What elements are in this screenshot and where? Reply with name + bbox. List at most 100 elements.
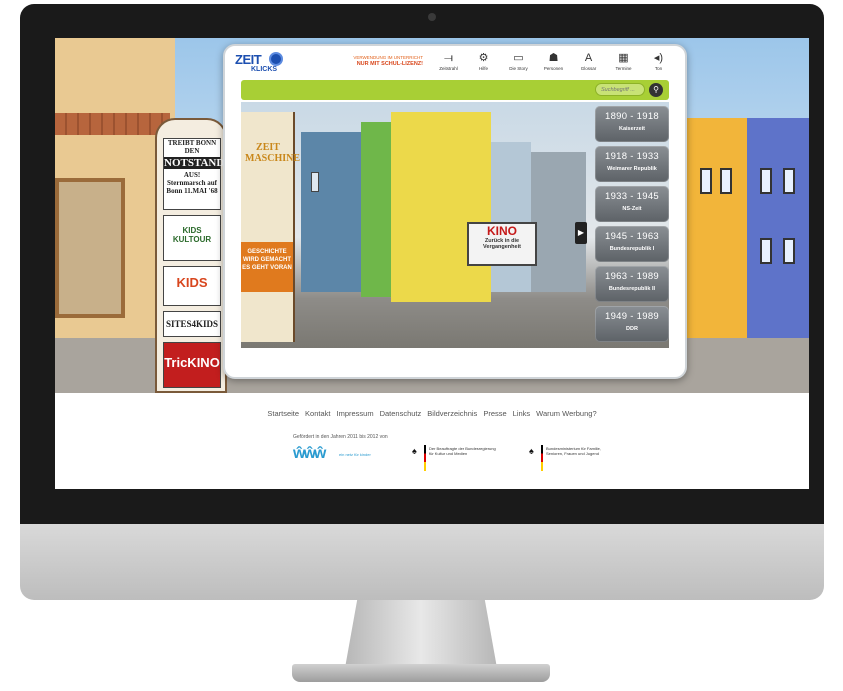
era-name: Weimarer Republik: [607, 166, 657, 172]
search-bar: ⚲: [241, 80, 669, 100]
poster-strip: GESCHICHTE WIRD GEMACHT ES GEHT VORAN: [241, 242, 293, 292]
glossary-icon: A: [584, 52, 593, 64]
eagle-icon: ♠: [529, 446, 534, 456]
story-icon: ▭: [513, 52, 524, 64]
kino-subtitle: Zurück in die Vergangenheit: [483, 238, 521, 250]
logo-word: ZEIT: [235, 52, 262, 67]
tool-zeitstrahl[interactable]: ⟞ Zeitstrahl: [431, 50, 466, 78]
era-bundesrepublik-1[interactable]: 1945 - 1963 Bundesrepublik I: [595, 226, 669, 262]
building: [301, 132, 361, 292]
shop-window: [55, 178, 125, 318]
footer-link-kontakt[interactable]: Kontakt: [305, 409, 330, 418]
footer-link-links[interactable]: Links: [513, 409, 531, 418]
footer-link-warum-werbung[interactable]: Warum Werbung?: [536, 409, 596, 418]
colorful-houses: [685, 118, 809, 338]
www-logo[interactable]: ŵŵŵ ein netz für kinder: [293, 445, 371, 465]
poster-headline: NOTSTAND: [164, 157, 225, 169]
logo-subtitle: KLICKS: [251, 66, 278, 73]
footer-link-startseite[interactable]: Startseite: [267, 409, 299, 418]
era-bundesrepublik-2[interactable]: 1963 - 1989 Bundesrepublik II: [595, 266, 669, 302]
tool-glossar[interactable]: A Glossar: [571, 50, 606, 78]
window: [783, 168, 795, 194]
tool-termine[interactable]: ▦ Termine: [606, 50, 641, 78]
window: [700, 168, 712, 194]
era-weimarer-republik[interactable]: 1918 - 1933 Weimarer Republik: [595, 146, 669, 182]
app-header: ZEIT KLICKS VERWENDUNG IM UNTERRICHT NUR…: [225, 46, 685, 80]
sponsor-text: Bundesministerium für Familie, Senioren,…: [546, 446, 601, 456]
sponsor-bkm[interactable]: ♠ Der Beauftragte der Bundesregierung fü…: [412, 445, 502, 475]
trickino-link[interactable]: TricKINO: [163, 342, 221, 388]
sponsor-bmfsfj[interactable]: ♠ Bundesministerium für Familie, Seniore…: [529, 445, 619, 475]
window: [760, 238, 772, 264]
sites4kids-link[interactable]: SITES4KIDS: [163, 311, 221, 337]
era-ddr[interactable]: 1949 - 1989 DDR: [595, 306, 669, 342]
era-years: 1918 - 1933: [604, 151, 659, 162]
era-ns-zeit[interactable]: 1933 - 1945 NS-Zeit: [595, 186, 669, 222]
era-name: DDR: [626, 326, 638, 332]
tool-label: Hilfe: [478, 66, 488, 71]
tool-story[interactable]: ▭ Die Story: [501, 50, 536, 78]
tool-label: Ton: [654, 66, 663, 71]
help-icon: ⚙: [478, 52, 489, 64]
footer-nav: Startseite Kontakt Impressum Datenschutz…: [55, 409, 809, 418]
search-input[interactable]: [595, 83, 645, 96]
tool-hilfe[interactable]: ⚙ Hilfe: [466, 50, 501, 78]
monitor-mockup: TREIBT BONN DEN NOTSTAND AUS! Sternmarsc…: [0, 0, 843, 691]
era-timeline: ▶ 1890 - 1918 Kaiserzeit 1918 - 1933 Weima…: [575, 106, 669, 346]
era-kaiserzeit[interactable]: 1890 - 1918 Kaiserzeit: [595, 106, 669, 142]
era-name: NS-Zeit: [622, 206, 642, 212]
window: [760, 168, 772, 194]
camera: [428, 13, 436, 21]
scene-image[interactable]: KINO Zurück in die Vergangenheit ZEIT MA…: [241, 102, 669, 348]
building-glass: [491, 142, 531, 292]
monitor-stand: [345, 600, 497, 668]
zeitklicks-logo[interactable]: ZEIT KLICKS: [235, 50, 283, 78]
era-years: 1933 - 1945: [604, 191, 659, 202]
era-name: Bundesrepublik I: [609, 246, 655, 252]
kino-sign: KINO Zurück in die Vergangenheit: [467, 222, 537, 266]
era-years: 1949 - 1989: [604, 311, 659, 322]
footer-link-impressum[interactable]: Impressum: [336, 409, 373, 418]
window: [311, 172, 321, 192]
era-years: 1963 - 1989: [604, 271, 659, 282]
search-icon[interactable]: ⚲: [649, 83, 663, 97]
notstand-poster: TREIBT BONN DEN NOTSTAND AUS! Sternmarsc…: [163, 138, 225, 210]
tool-label: Zeitstrahl: [439, 66, 458, 71]
tool-ton[interactable]: ◂) Ton: [641, 50, 676, 78]
poster-text: TREIBT BONN DEN: [167, 139, 217, 155]
www-mark: ŵŵŵ: [293, 445, 326, 462]
license-notice: VERWENDUNG IM UNTERRICHT NUR MIT SCHUL-L…: [343, 55, 423, 67]
building-yellow: [391, 112, 491, 302]
era-name: Kaiserzeit: [619, 126, 645, 132]
window: [720, 168, 732, 194]
era-years: 1890 - 1918: [604, 111, 659, 122]
window: [783, 238, 795, 264]
toolbar: ⟞ Zeitstrahl ⚙ Hilfe ▭ Die Story ☗ Personen …: [431, 50, 676, 78]
footer-link-bildverzeichnis[interactable]: Bildverzeichnis: [427, 409, 477, 418]
collapse-arrow-icon[interactable]: ▶: [575, 222, 587, 244]
zeitklicks-app: ZEIT KLICKS VERWENDUNG IM UNTERRICHT NUR…: [223, 44, 687, 379]
zeitmaschine-poster: ZEIT MASCHINE GESCHICHTE WIRD GEMACHT ES…: [241, 112, 301, 342]
german-flag-bar: [541, 445, 543, 471]
tool-label: Termine: [615, 66, 632, 71]
person-icon: ☗: [548, 52, 559, 64]
kids-kultour-link[interactable]: KIDS KULTOUR: [163, 215, 221, 261]
tool-label: Personen: [543, 66, 564, 71]
era-name: Bundesrepublik II: [608, 286, 656, 292]
poster-text: AUS! Sternmarsch auf Bonn 11.MAI '68: [166, 171, 218, 195]
monitor-base: [292, 664, 550, 682]
eagle-icon: ♠: [412, 446, 417, 456]
sound-icon: ◂): [653, 52, 664, 64]
era-years: 1945 - 1963: [604, 231, 659, 242]
advertising-pillar: TREIBT BONN DEN NOTSTAND AUS! Sternmarsc…: [155, 118, 227, 393]
funding-text: Gefördert in den Jahren 2011 bis 2012 vo…: [293, 434, 388, 440]
footer-link-presse[interactable]: Presse: [483, 409, 506, 418]
footer-link-datenschutz[interactable]: Datenschutz: [380, 409, 422, 418]
german-flag-bar: [424, 445, 426, 471]
tool-label: Die Story: [509, 66, 528, 71]
site-footer: Startseite Kontakt Impressum Datenschutz…: [55, 393, 809, 489]
poster-title: ZEIT MASCHINE: [245, 142, 301, 164]
tool-personen[interactable]: ☗ Personen: [536, 50, 571, 78]
kids-interactive-link[interactable]: KIDS: [163, 266, 221, 306]
notice-line: VERWENDUNG IM UNTERRICHT: [353, 55, 423, 60]
